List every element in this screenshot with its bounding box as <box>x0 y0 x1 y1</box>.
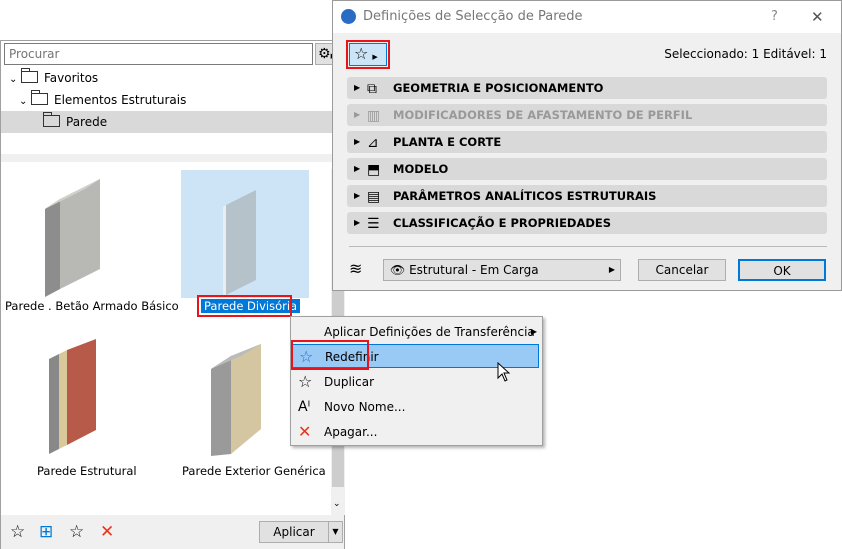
properties-icon: ☰ <box>367 216 380 232</box>
wall-partition-image <box>223 190 256 297</box>
ok-button[interactable]: OK <box>738 259 826 281</box>
tree-item-elementos[interactable]: ⌄ Elementos Estruturais <box>1 89 344 111</box>
bottom-toolbar: ☆ ⊞ ☆ ✕ Aplicar ▼ <box>1 515 344 549</box>
annotation-box <box>346 40 390 69</box>
section-planta[interactable]: ▶ ⊿ PLANTA E CORTE <box>347 131 827 153</box>
annotation-box <box>197 295 292 317</box>
mouse-cursor-icon <box>497 362 511 382</box>
thumbnail-item[interactable]: Parede . Betão Armado Básico <box>5 169 179 319</box>
favorites-panel: ⚙▶ ⌄Favoritos ⌄Elementos Estruturais Par… <box>0 40 345 549</box>
redefine-favorite-icon[interactable]: ☆ <box>69 522 84 542</box>
delete-icon[interactable]: ✕ <box>100 522 114 542</box>
cancel-button[interactable]: Cancelar <box>638 259 726 281</box>
search-input[interactable] <box>4 43 313 65</box>
close-button[interactable]: ✕ <box>811 1 824 33</box>
title-bar: Definições de Selecção de Parede ? ✕ <box>333 1 841 33</box>
chevron-down-icon[interactable]: ⌄ <box>19 91 31 113</box>
delete-icon: ✕ <box>298 422 312 441</box>
duplicate-star-icon: ☆ <box>298 372 313 391</box>
eye-icon: 👁 <box>390 263 406 277</box>
divider <box>349 246 827 247</box>
submenu-arrow-icon: ▶ <box>608 265 615 274</box>
wall-concrete-image <box>45 179 100 297</box>
scroll-down-icon[interactable]: ⌄ <box>333 499 341 509</box>
section-analiticos[interactable]: ▶ ▤ PARÂMETROS ANALÍTICOS ESTRUTURAIS <box>347 185 827 207</box>
add-favorite-icon[interactable]: ☆ <box>10 522 25 542</box>
rename-icon: Aᴵ <box>298 399 311 415</box>
geometry-icon: ⧉ <box>367 81 377 97</box>
section-modelo[interactable]: ▶ ⬒ MODELO <box>347 158 827 180</box>
wall-brick-image <box>49 339 96 454</box>
selection-info: Seleccionado: 1 Editável: 1 <box>664 47 827 61</box>
menu-item-novo-nome[interactable]: Aᴵ Novo Nome... <box>292 395 539 419</box>
chevron-down-icon[interactable]: ⌄ <box>9 69 21 91</box>
thumbnail-grid: Parede . Betão Armado Básico Parede Divi… <box>1 169 331 515</box>
thumbnail-item-selected[interactable] <box>181 170 309 298</box>
submenu-arrow-icon: ▶ <box>530 327 537 336</box>
structural-analysis-icon: ▤ <box>367 189 381 205</box>
annotation-box <box>291 340 369 370</box>
profile-icon: ▥ <box>367 108 381 124</box>
section-geometria[interactable]: ▶ ⧉ GEOMETRIA E POSICIONAMENTO <box>347 77 827 99</box>
model-icon: ⬒ <box>367 162 381 178</box>
app-logo-icon <box>341 9 356 24</box>
divider <box>1 154 344 162</box>
tree-item-favoritos[interactable]: ⌄ Favoritos <box>1 67 344 89</box>
section-modificadores: ▶ ▥ MODIFICADORES DE AFASTAMENTO DE PERFIL <box>347 104 827 126</box>
thumbnail-item[interactable]: Parede Estrutural <box>11 334 151 484</box>
layers-icon: ≋ <box>349 259 363 278</box>
menu-item-apagar[interactable]: ✕ Apagar... <box>292 420 539 444</box>
folder-star-icon <box>21 68 38 83</box>
dropdown-arrow-icon[interactable]: ▼ <box>328 522 342 542</box>
wall-selection-settings-dialog: Definições de Selecção de Parede ? ✕ ☆ ▶ … <box>332 0 842 291</box>
folder-icon <box>43 112 60 127</box>
apply-button[interactable]: Aplicar ▼ <box>259 521 343 543</box>
tree-item-parede[interactable]: Parede <box>1 111 344 133</box>
folder-icon <box>31 90 48 105</box>
plan-section-icon: ⊿ <box>367 135 379 151</box>
help-button[interactable]: ? <box>771 1 778 33</box>
layer-dropdown[interactable]: 👁 Estrutural - Em Carga ▶ <box>383 259 621 281</box>
new-folder-icon[interactable]: ⊞ <box>39 522 53 542</box>
section-classificacao[interactable]: ▶ ☰ CLASSIFICAÇÃO E PROPRIEDADES <box>347 212 827 234</box>
gear-icon: ⚙ <box>318 46 331 62</box>
